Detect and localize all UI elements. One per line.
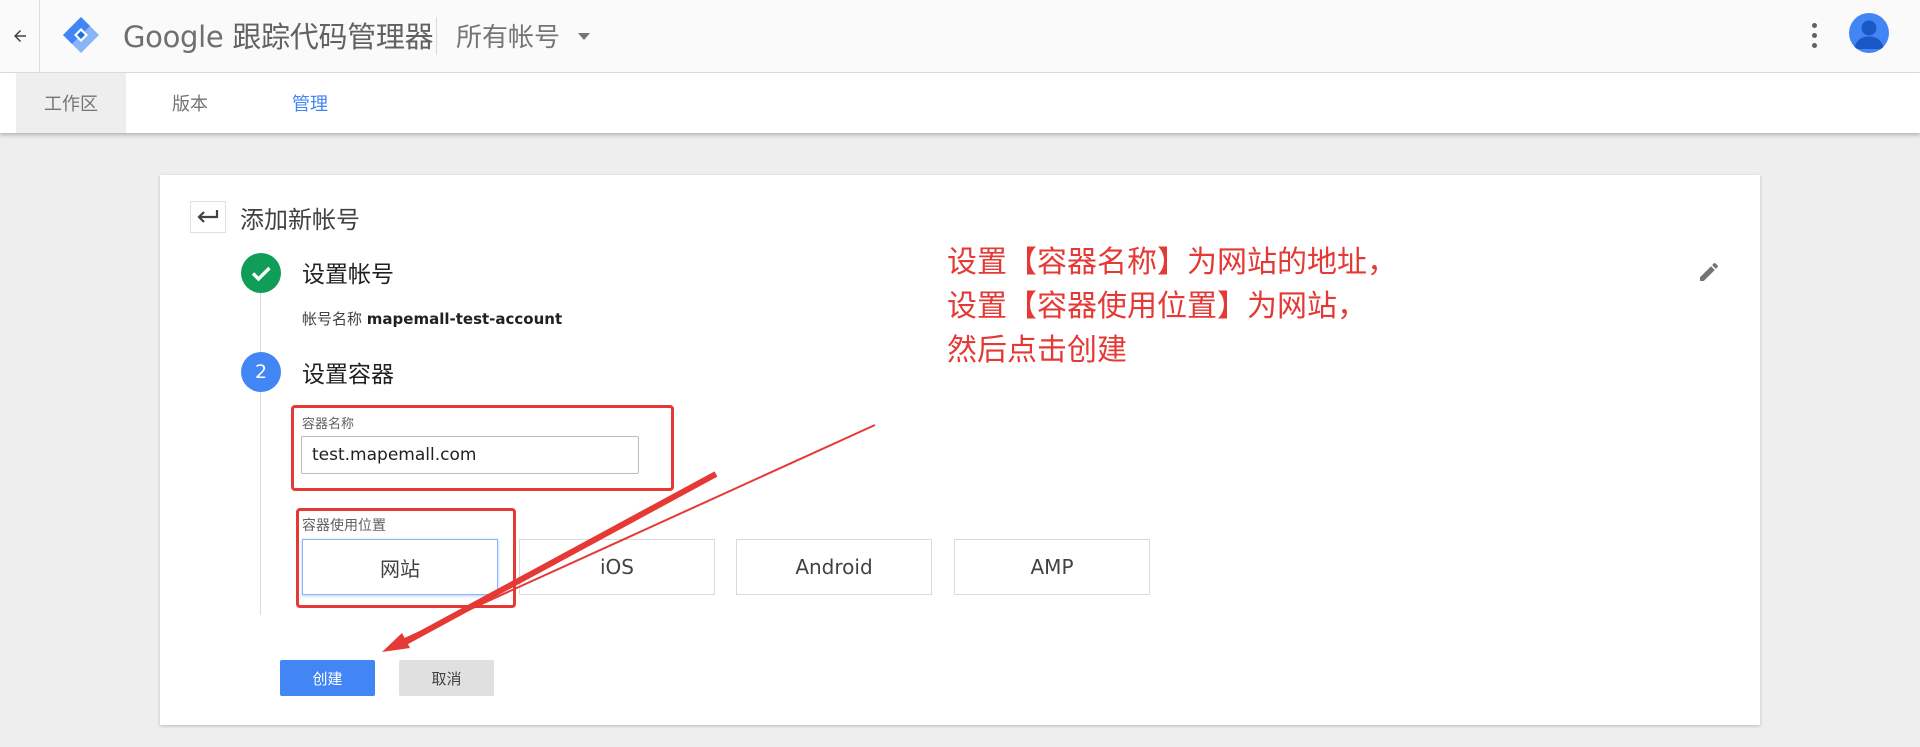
annotation-line-3: 然后点击创建 (947, 333, 1127, 368)
annotation-note: 设置【容器名称】为网站的地址， 设置【容器使用位置】为网站， 然后点击创建 (947, 241, 1587, 373)
annotation-line-2: 设置【容器使用位置】为网站， (947, 289, 1367, 324)
annotation-arrow (382, 424, 876, 652)
annotation-line-1: 设置【容器名称】为网站的地址， (947, 245, 1397, 280)
